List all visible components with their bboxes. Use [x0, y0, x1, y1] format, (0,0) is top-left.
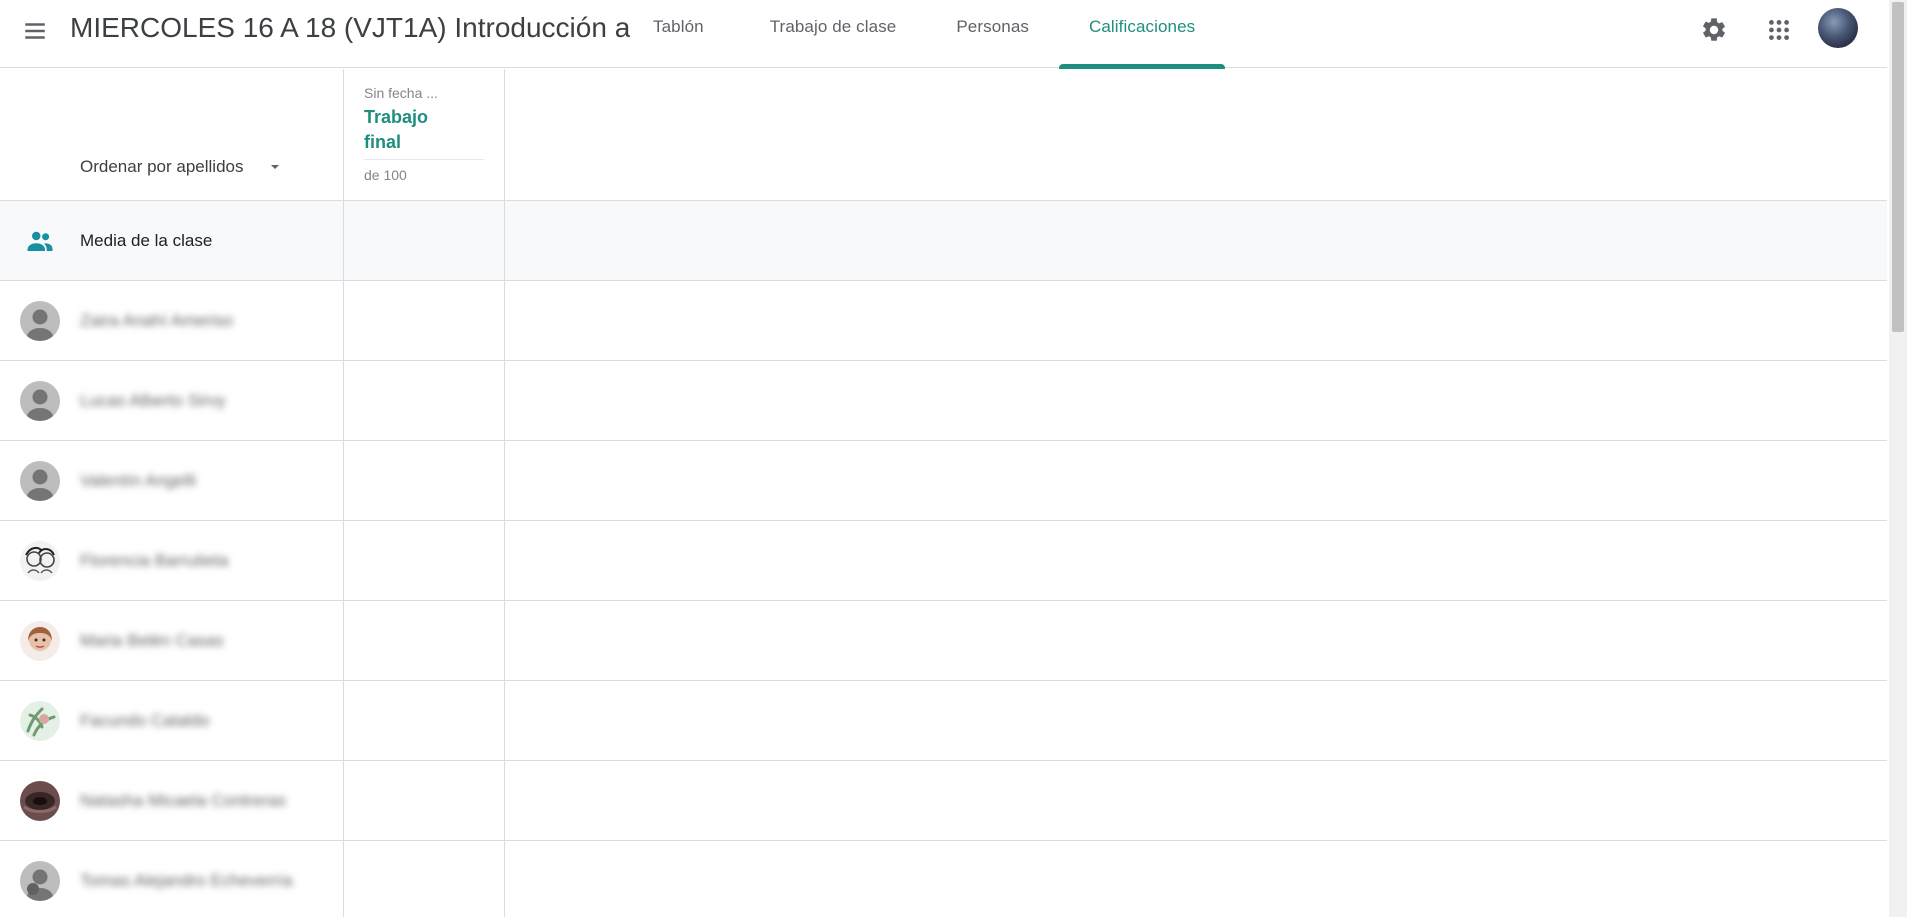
grade-cell[interactable]: [344, 281, 504, 361]
settings-button[interactable]: [1692, 8, 1736, 52]
student-name: Valentín Angelli: [80, 471, 196, 490]
vertical-scrollbar[interactable]: [1889, 0, 1907, 917]
gradebook-header: Ordenar por apellidos Sin fecha ... Trab…: [0, 69, 1887, 201]
student-name: Tomas Alejandro Echeverría: [80, 871, 293, 890]
student-photo-avatar: [20, 621, 60, 661]
assignment-divider: [364, 159, 484, 160]
group-icon: [27, 231, 53, 251]
class-average-label: Media de la clase: [80, 231, 213, 250]
student-name-wrap: Zaira Anahí Ameriso: [80, 281, 233, 361]
default-avatar-icon: [20, 461, 60, 501]
grade-cell[interactable]: [344, 841, 504, 921]
student-row[interactable]: Natasha Micaela Contreras: [0, 761, 1887, 841]
student-name: Maria Belén Casas: [80, 631, 224, 650]
student-name-wrap: Florencia Barrutieta: [80, 521, 228, 601]
student-name-wrap: Facundo Cataldo: [80, 681, 209, 761]
gear-icon: [1703, 18, 1725, 41]
tab-bar: Tablón Trabajo de clase Personas Calific…: [625, 0, 1226, 69]
student-row[interactable]: Maria Belén Casas: [0, 601, 1887, 681]
tab-calificaciones[interactable]: Calificaciones: [1058, 0, 1226, 69]
apps-button[interactable]: [1757, 8, 1801, 52]
avatar-wrap: [20, 301, 60, 341]
sort-label: Ordenar por apellidos: [80, 157, 244, 176]
class-average-row: Media de la clase: [0, 201, 1887, 281]
class-icon-wrap: [20, 221, 60, 261]
student-name-wrap: Lucas Alberto Sirvy: [80, 361, 226, 441]
avatar-wrap: [20, 781, 60, 821]
student-name: Zaira Anahí Ameriso: [80, 311, 234, 330]
apps-grid-icon: [1769, 20, 1789, 40]
menu-button[interactable]: [14, 10, 56, 52]
assignment-column-divider: [504, 69, 505, 917]
assignment-title-line-2: final: [364, 132, 402, 152]
top-app-bar: MIERCOLES 16 A 18 (VJT1A) Introducción a…: [0, 0, 1887, 69]
student-row[interactable]: Valentín Angelli: [0, 441, 1887, 521]
student-name: Florencia Barrutieta: [80, 551, 229, 570]
avatar-wrap: [20, 381, 60, 421]
name-column-divider: [343, 69, 344, 917]
tab-tablon[interactable]: Tablón: [625, 0, 732, 68]
dropdown-arrow-icon: [271, 165, 280, 169]
avatar-wrap: [20, 621, 60, 661]
student-row[interactable]: Facundo Cataldo: [0, 681, 1887, 761]
grade-cell[interactable]: [344, 761, 504, 841]
student-name-wrap: Maria Belén Casas: [80, 601, 224, 681]
tab-trabajo-de-clase[interactable]: Trabajo de clase: [732, 0, 927, 68]
avatar-wrap: [20, 861, 60, 901]
avatar-wrap: [20, 701, 60, 741]
avatar-wrap: [20, 541, 60, 581]
student-name: Facundo Cataldo: [80, 711, 210, 730]
student-row[interactable]: Tomas Alejandro Echeverría: [0, 841, 1887, 921]
class-average-grade-cell: [344, 201, 504, 281]
menu-icon: [25, 23, 45, 39]
assignment-title-line-1: Trabajo: [364, 107, 429, 127]
grade-cell[interactable]: [344, 681, 504, 761]
grade-cell[interactable]: [344, 441, 504, 521]
grade-cell[interactable]: [344, 601, 504, 681]
class-title[interactable]: MIERCOLES 16 A 18 (VJT1A) Introducción a…: [70, 12, 630, 44]
scrollbar-thumb[interactable]: [1892, 2, 1904, 332]
avatar-wrap: [20, 461, 60, 501]
student-photo-avatar: [20, 701, 60, 741]
grade-cell[interactable]: [344, 361, 504, 441]
default-avatar-icon: [20, 861, 60, 901]
default-avatar-icon: [20, 301, 60, 341]
student-photo-avatar: [20, 781, 60, 821]
student-photo-avatar: [20, 541, 60, 581]
student-name: Lucas Alberto Sirvy: [80, 391, 226, 410]
student-row[interactable]: Florencia Barrutieta: [0, 521, 1887, 601]
gradebook-grid: Ordenar por apellidos Sin fecha ... Trab…: [0, 69, 1887, 917]
grade-cell[interactable]: [344, 521, 504, 601]
tab-personas[interactable]: Personas: [926, 0, 1059, 68]
student-row[interactable]: Zaira Anahí Ameriso: [0, 281, 1887, 361]
student-name-wrap: Valentín Angelli: [80, 441, 196, 521]
student-name: Natasha Micaela Contreras: [80, 791, 286, 810]
student-row[interactable]: Lucas Alberto Sirvy: [0, 361, 1887, 441]
profile-avatar[interactable]: [1818, 8, 1858, 48]
assignment-points: de 100: [364, 167, 407, 183]
student-name-wrap: Natasha Micaela Contreras: [80, 761, 286, 841]
default-avatar-icon: [20, 381, 60, 421]
assignment-title-link[interactable]: Trabajo final: [364, 105, 484, 155]
assignment-due-date: Sin fecha ...: [364, 85, 438, 101]
student-name-wrap: Tomas Alejandro Echeverría: [80, 841, 293, 921]
sort-dropdown[interactable]: Ordenar por apellidos: [80, 157, 283, 177]
